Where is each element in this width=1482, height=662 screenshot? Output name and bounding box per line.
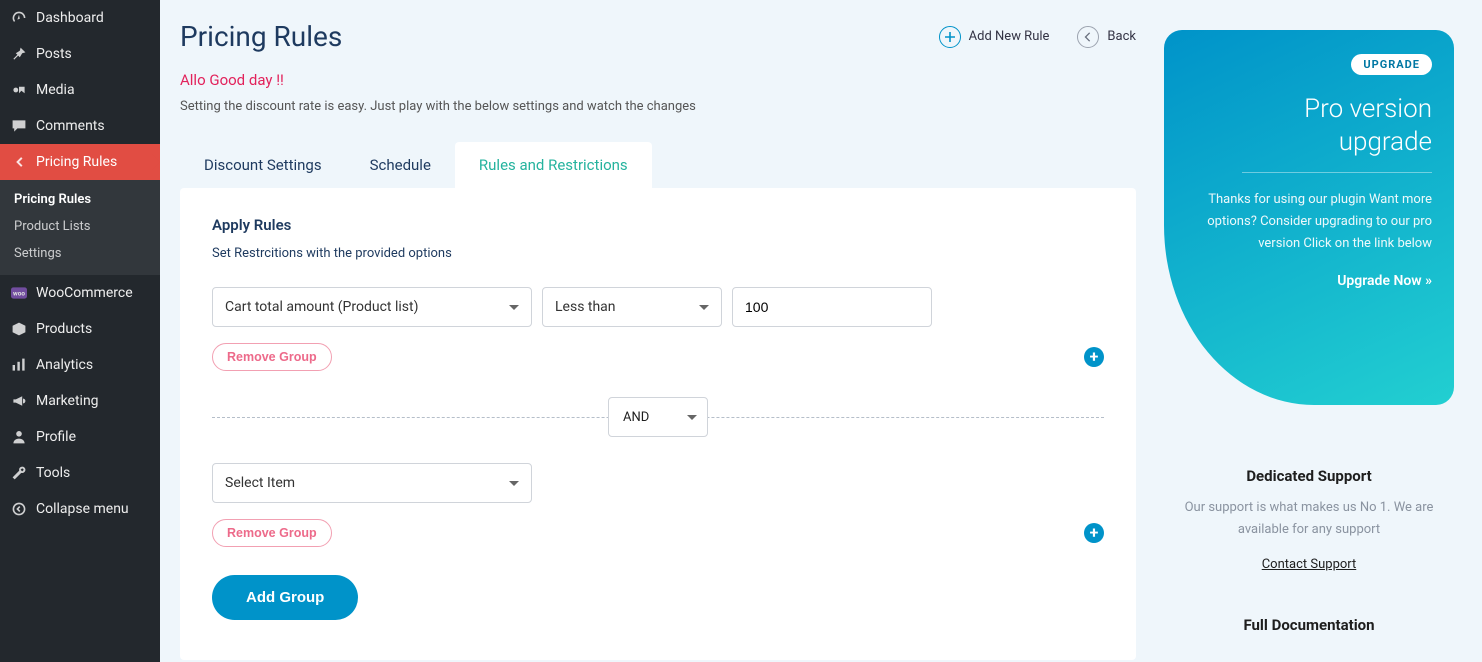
sidebar-sub-pricing-rules[interactable]: Pricing Rules [0, 186, 160, 213]
upgrade-promo-card: UPGRADE Pro versionupgrade Thanks for us… [1164, 30, 1454, 405]
sidebar-label: Products [36, 321, 92, 337]
sidebar-submenu: Pricing Rules Product Lists Settings [0, 180, 160, 275]
group-joiner-row: AND [212, 397, 1104, 437]
profile-icon [10, 428, 28, 446]
sidebar-item-woocommerce[interactable]: woo WooCommerce [0, 275, 160, 311]
rules-card: Apply Rules Set Restrcitions with the pr… [180, 188, 1136, 660]
sidebar-item-analytics[interactable]: Analytics [0, 347, 160, 383]
upgrade-now-link[interactable]: Upgrade Now » [1186, 273, 1432, 289]
support-body: Our support is what makes us No 1. We ar… [1164, 497, 1454, 541]
page-header: Pricing Rules Add New Rule Back [180, 20, 1136, 53]
contact-support-link[interactable]: Contact Support [1262, 557, 1357, 572]
gauge-icon [10, 9, 28, 27]
sidebar-label: WooCommerce [36, 285, 133, 301]
rule-operator-select[interactable]: Less than [542, 287, 722, 327]
analytics-icon [10, 356, 28, 374]
comment-icon [10, 117, 28, 135]
tab-discount-settings[interactable]: Discount Settings [180, 142, 346, 188]
rule-group: Select Item [212, 463, 1104, 503]
sidebar-item-dashboard[interactable]: Dashboard [0, 0, 160, 36]
divider [1242, 172, 1432, 173]
intro-description: Setting the discount rate is easy. Just … [180, 99, 1136, 114]
woocommerce-icon: woo [10, 284, 28, 302]
tab-schedule[interactable]: Schedule [346, 142, 455, 188]
sidebar-label: Tools [36, 465, 70, 481]
back-label: Back [1107, 29, 1136, 44]
section-description: Set Restrcitions with the provided optio… [212, 246, 1104, 261]
chevron-left-icon [10, 153, 28, 171]
section-title: Apply Rules [212, 216, 1104, 234]
rule-field-select[interactable]: Cart total amount (Product list) [212, 287, 532, 327]
support-title: Dedicated Support [1164, 467, 1454, 485]
sidebar-label: Analytics [36, 357, 93, 373]
sidebar-item-products[interactable]: Products [0, 311, 160, 347]
add-group-button[interactable]: Add Group [212, 575, 358, 620]
add-new-rule-label: Add New Rule [969, 29, 1050, 44]
plus-circle-icon [939, 26, 961, 48]
sidebar-label: Dashboard [36, 10, 104, 26]
group-joiner-select[interactable]: AND [608, 397, 708, 437]
box-icon [10, 320, 28, 338]
chevron-left-icon [1077, 26, 1099, 48]
sidebar-item-collapse[interactable]: Collapse menu [0, 491, 160, 527]
rule-group: Cart total amount (Product list) Less th… [212, 287, 1104, 327]
remove-group-button[interactable]: Remove Group [212, 343, 332, 371]
greeting-text: Allo Good day !! [180, 71, 1136, 89]
rule-field-select[interactable]: Select Item [212, 463, 532, 503]
upgrade-badge: UPGRADE [1351, 54, 1432, 75]
sidebar-label: Marketing [36, 393, 99, 409]
add-rule-button[interactable]: + [1084, 347, 1104, 367]
sidebar-sub-settings[interactable]: Settings [0, 240, 160, 267]
admin-sidebar: Dashboard Posts Media Comments Pricing R… [0, 0, 160, 662]
promo-title: Pro versionupgrade [1186, 93, 1432, 158]
sidebar-label: Media [36, 82, 75, 98]
sidebar-label: Profile [36, 429, 76, 445]
sidebar-item-posts[interactable]: Posts [0, 36, 160, 72]
support-section: Dedicated Support Our support is what ma… [1164, 467, 1454, 572]
collapse-icon [10, 500, 28, 518]
add-new-rule-button[interactable]: Add New Rule [939, 26, 1050, 48]
sidebar-label: Pricing Rules [36, 154, 117, 170]
tab-rules-restrictions[interactable]: Rules and Restrictions [455, 142, 652, 188]
sidebar-item-profile[interactable]: Profile [0, 419, 160, 455]
documentation-title: Full Documentation [1164, 616, 1454, 634]
wrench-icon [10, 464, 28, 482]
back-button[interactable]: Back [1077, 26, 1136, 48]
promo-body: Thanks for using our plugin Want more op… [1186, 189, 1432, 255]
sidebar-sub-product-lists[interactable]: Product Lists [0, 213, 160, 240]
add-rule-button[interactable]: + [1084, 523, 1104, 543]
pin-icon [10, 45, 28, 63]
svg-text:woo: woo [13, 289, 25, 297]
sidebar-label: Posts [36, 46, 72, 62]
sidebar-item-tools[interactable]: Tools [0, 455, 160, 491]
sidebar-label: Collapse menu [36, 501, 129, 517]
megaphone-icon [10, 392, 28, 410]
sidebar-item-marketing[interactable]: Marketing [0, 383, 160, 419]
remove-group-button[interactable]: Remove Group [212, 519, 332, 547]
page-title: Pricing Rules [180, 20, 342, 53]
sidebar-item-media[interactable]: Media [0, 72, 160, 108]
rule-value-input[interactable] [732, 287, 932, 327]
sidebar-item-comments[interactable]: Comments [0, 108, 160, 144]
sidebar-label: Comments [36, 118, 105, 134]
sidebar-item-pricing-rules[interactable]: Pricing Rules [0, 144, 160, 180]
tabs: Discount Settings Schedule Rules and Res… [180, 142, 1136, 188]
media-icon [10, 81, 28, 99]
